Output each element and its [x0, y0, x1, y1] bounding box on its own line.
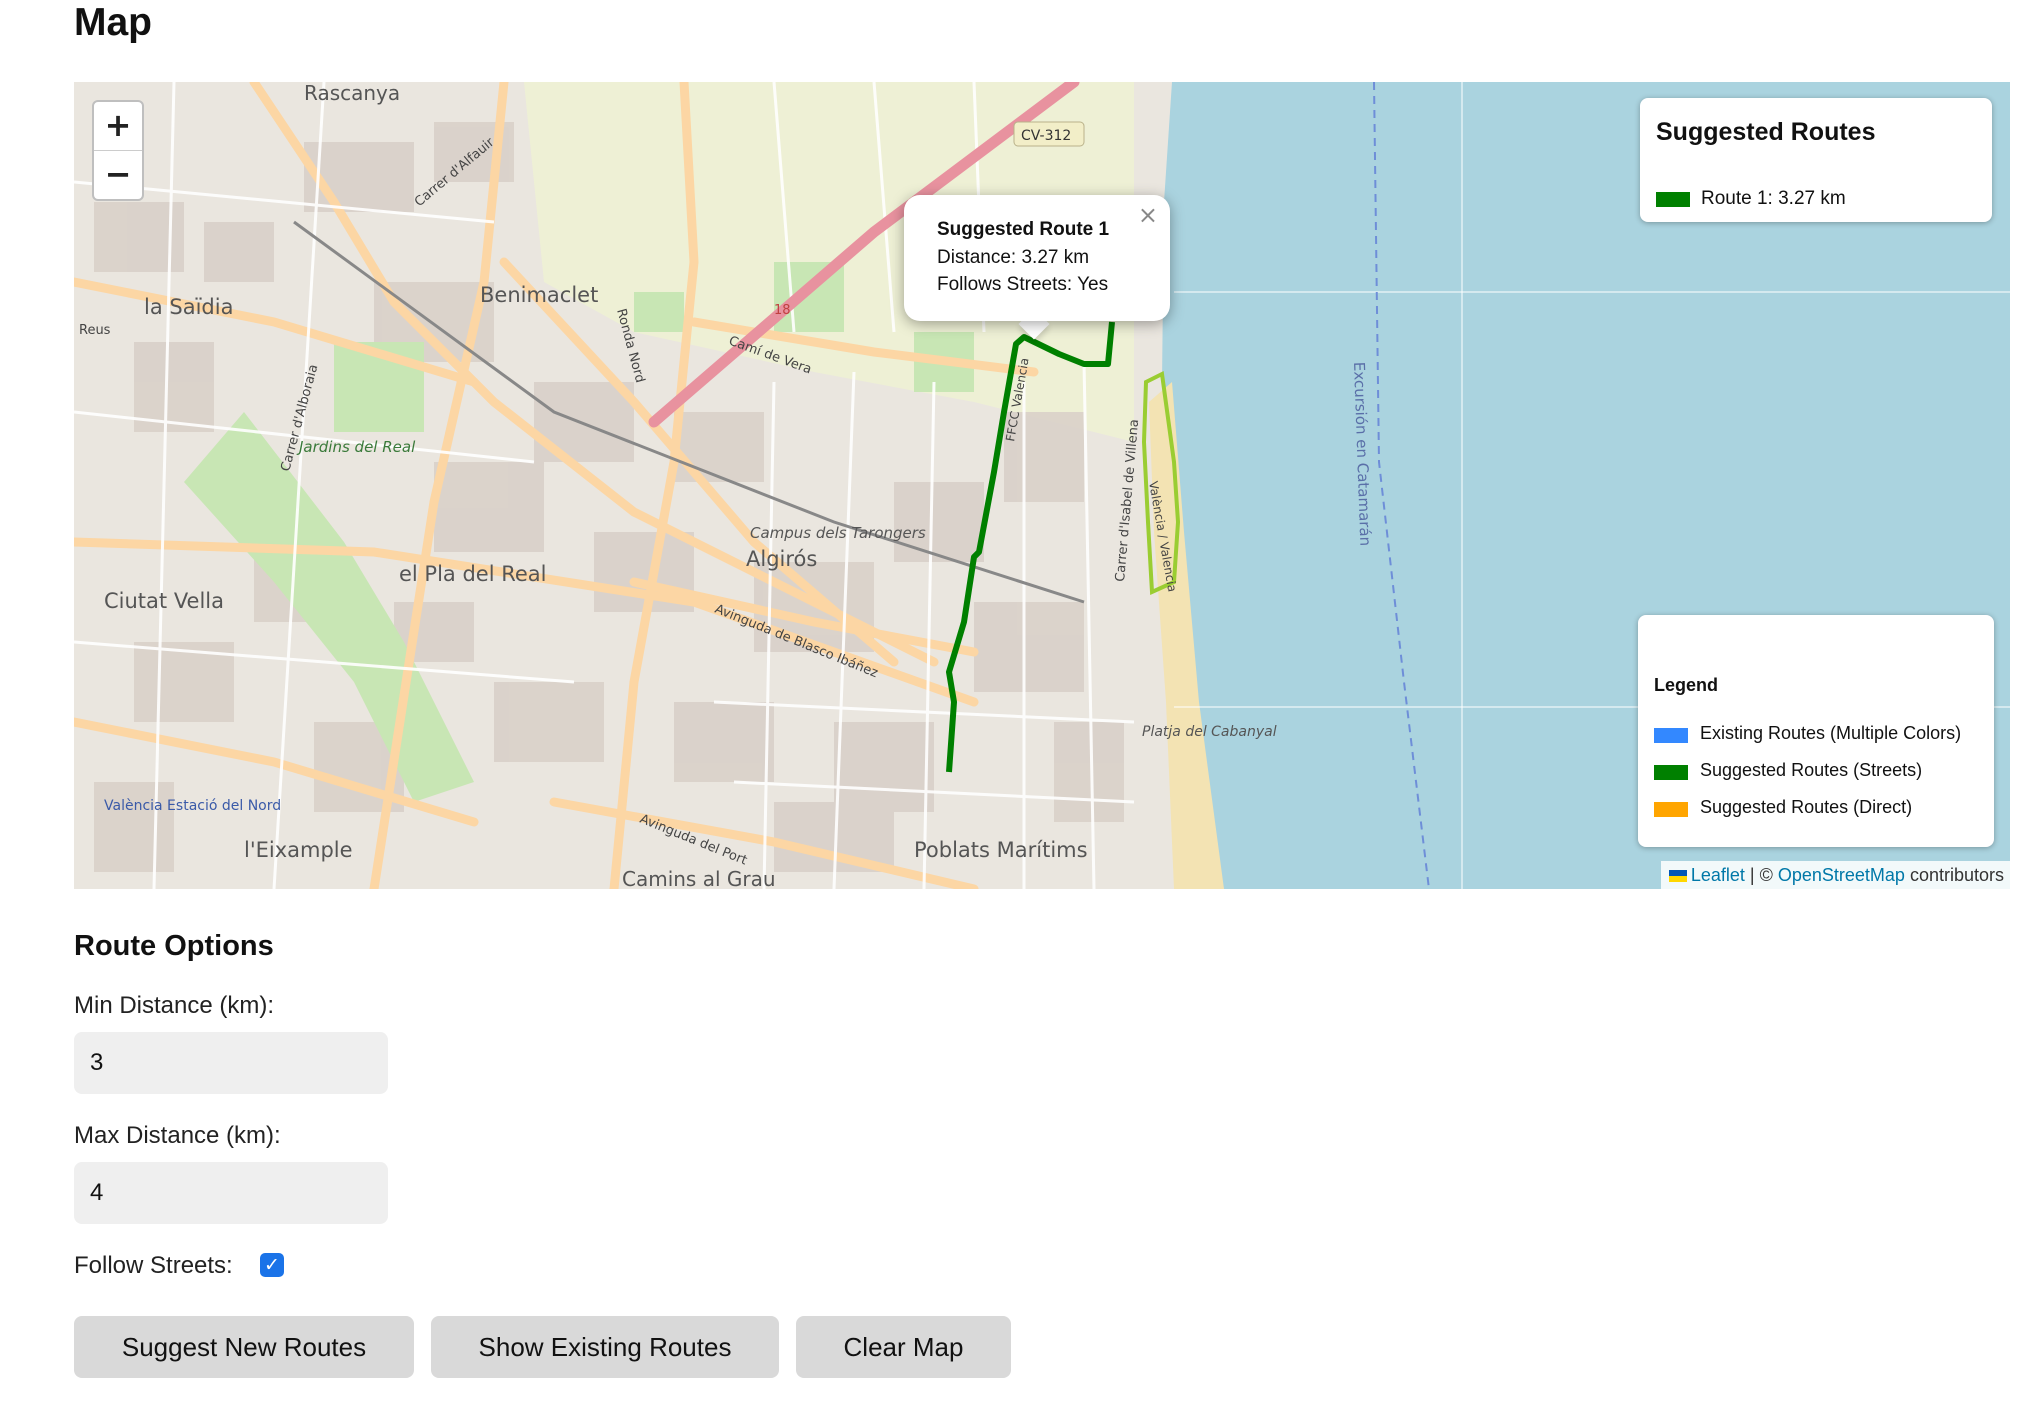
legend-label-streets: Suggested Routes (Streets) [1700, 760, 1923, 780]
route-1-swatch [1656, 192, 1690, 207]
page-title: Map [74, 1, 152, 44]
min-distance-input[interactable] [74, 1032, 388, 1094]
max-distance-label: Max Distance (km): [74, 1122, 281, 1149]
map-label-cv312: CV-312 [1021, 128, 1071, 144]
map-label-eixample: l'Eixample [244, 838, 353, 862]
route-options-title: Route Options [74, 930, 274, 962]
max-distance-input[interactable] [74, 1162, 388, 1224]
map-attribution: Leaflet | © OpenStreetMap contributors [1660, 861, 2010, 889]
map-label-reus: Reus [79, 323, 111, 338]
legend-label-existing: Existing Routes (Multiple Colors) [1700, 723, 1962, 743]
map-label-la-saidia: la Saïdia [144, 295, 233, 319]
legend-title: Legend [1654, 675, 1719, 695]
map-label-poblats-maritims: Poblats Marítims [914, 838, 1088, 862]
clear-map-button[interactable]: Clear Map [796, 1316, 1011, 1378]
popup-distance: Distance: 3.27 km [937, 247, 1090, 268]
attribution-suffix: contributors [1904, 865, 2004, 885]
zoom-in-button[interactable]: + [94, 102, 142, 151]
min-distance-label: Min Distance (km): [74, 992, 275, 1019]
route-popup: × Suggested Route 1 Distance: 3.27 km Fo… [904, 195, 1170, 321]
attribution-separator: | © [1744, 865, 1778, 885]
legend-swatch-existing [1654, 728, 1688, 743]
legend-panel: Legend Existing Routes (Multiple Colors)… [1638, 615, 1994, 847]
follow-streets-label: Follow Streets: [74, 1252, 233, 1279]
zoom-control: + − [92, 100, 144, 201]
map-label-el-pla-del-real: el Pla del Real [399, 562, 547, 586]
popup-close-icon[interactable]: × [1138, 201, 1158, 229]
map-label-ciutat-vella: Ciutat Vella [104, 589, 224, 613]
suggest-new-routes-button[interactable]: Suggest New Routes [74, 1316, 414, 1378]
follow-streets-checkbox[interactable]: ✓ [260, 1253, 284, 1277]
ukraine-flag-icon [1668, 870, 1687, 882]
legend-swatch-direct [1654, 802, 1688, 817]
zoom-out-button[interactable]: − [94, 151, 142, 199]
map-label-rascanya: Rascanya [304, 82, 400, 105]
map-label-jardins: Jardins del Real [296, 438, 416, 456]
map-label-estacio: València Estació del Nord [104, 798, 281, 814]
map-label-camins-al-grau: Camins al Grau [622, 867, 776, 889]
show-existing-routes-button[interactable]: Show Existing Routes [431, 1316, 779, 1378]
leaflet-link[interactable]: Leaflet [1691, 865, 1745, 885]
route-1-label[interactable]: Route 1: 3.27 km [1701, 188, 1846, 210]
suggested-routes-panel: Suggested Routes Route 1: 3.27 km [1640, 98, 1992, 222]
suggested-routes-title: Suggested Routes [1656, 118, 1876, 146]
map-label-campus: Campus dels Tarongers [750, 524, 926, 542]
openstreetmap-link[interactable]: OpenStreetMap [1778, 865, 1905, 885]
map-container[interactable]: Rascanya Benimaclet la Saïdia el Pla del… [74, 82, 2010, 889]
legend-swatch-streets [1654, 765, 1688, 780]
popup-title: Suggested Route 1 [937, 219, 1110, 240]
map-label-algiros: Algirós [746, 547, 817, 571]
map-label-benimaclet: Benimaclet [480, 283, 598, 307]
map-label-platja: Platja del Cabanyal [1142, 724, 1277, 740]
map-label-road-18: 18 [774, 303, 791, 318]
legend-label-direct: Suggested Routes (Direct) [1700, 797, 1913, 817]
popup-follows-streets: Follows Streets: Yes [937, 274, 1109, 295]
